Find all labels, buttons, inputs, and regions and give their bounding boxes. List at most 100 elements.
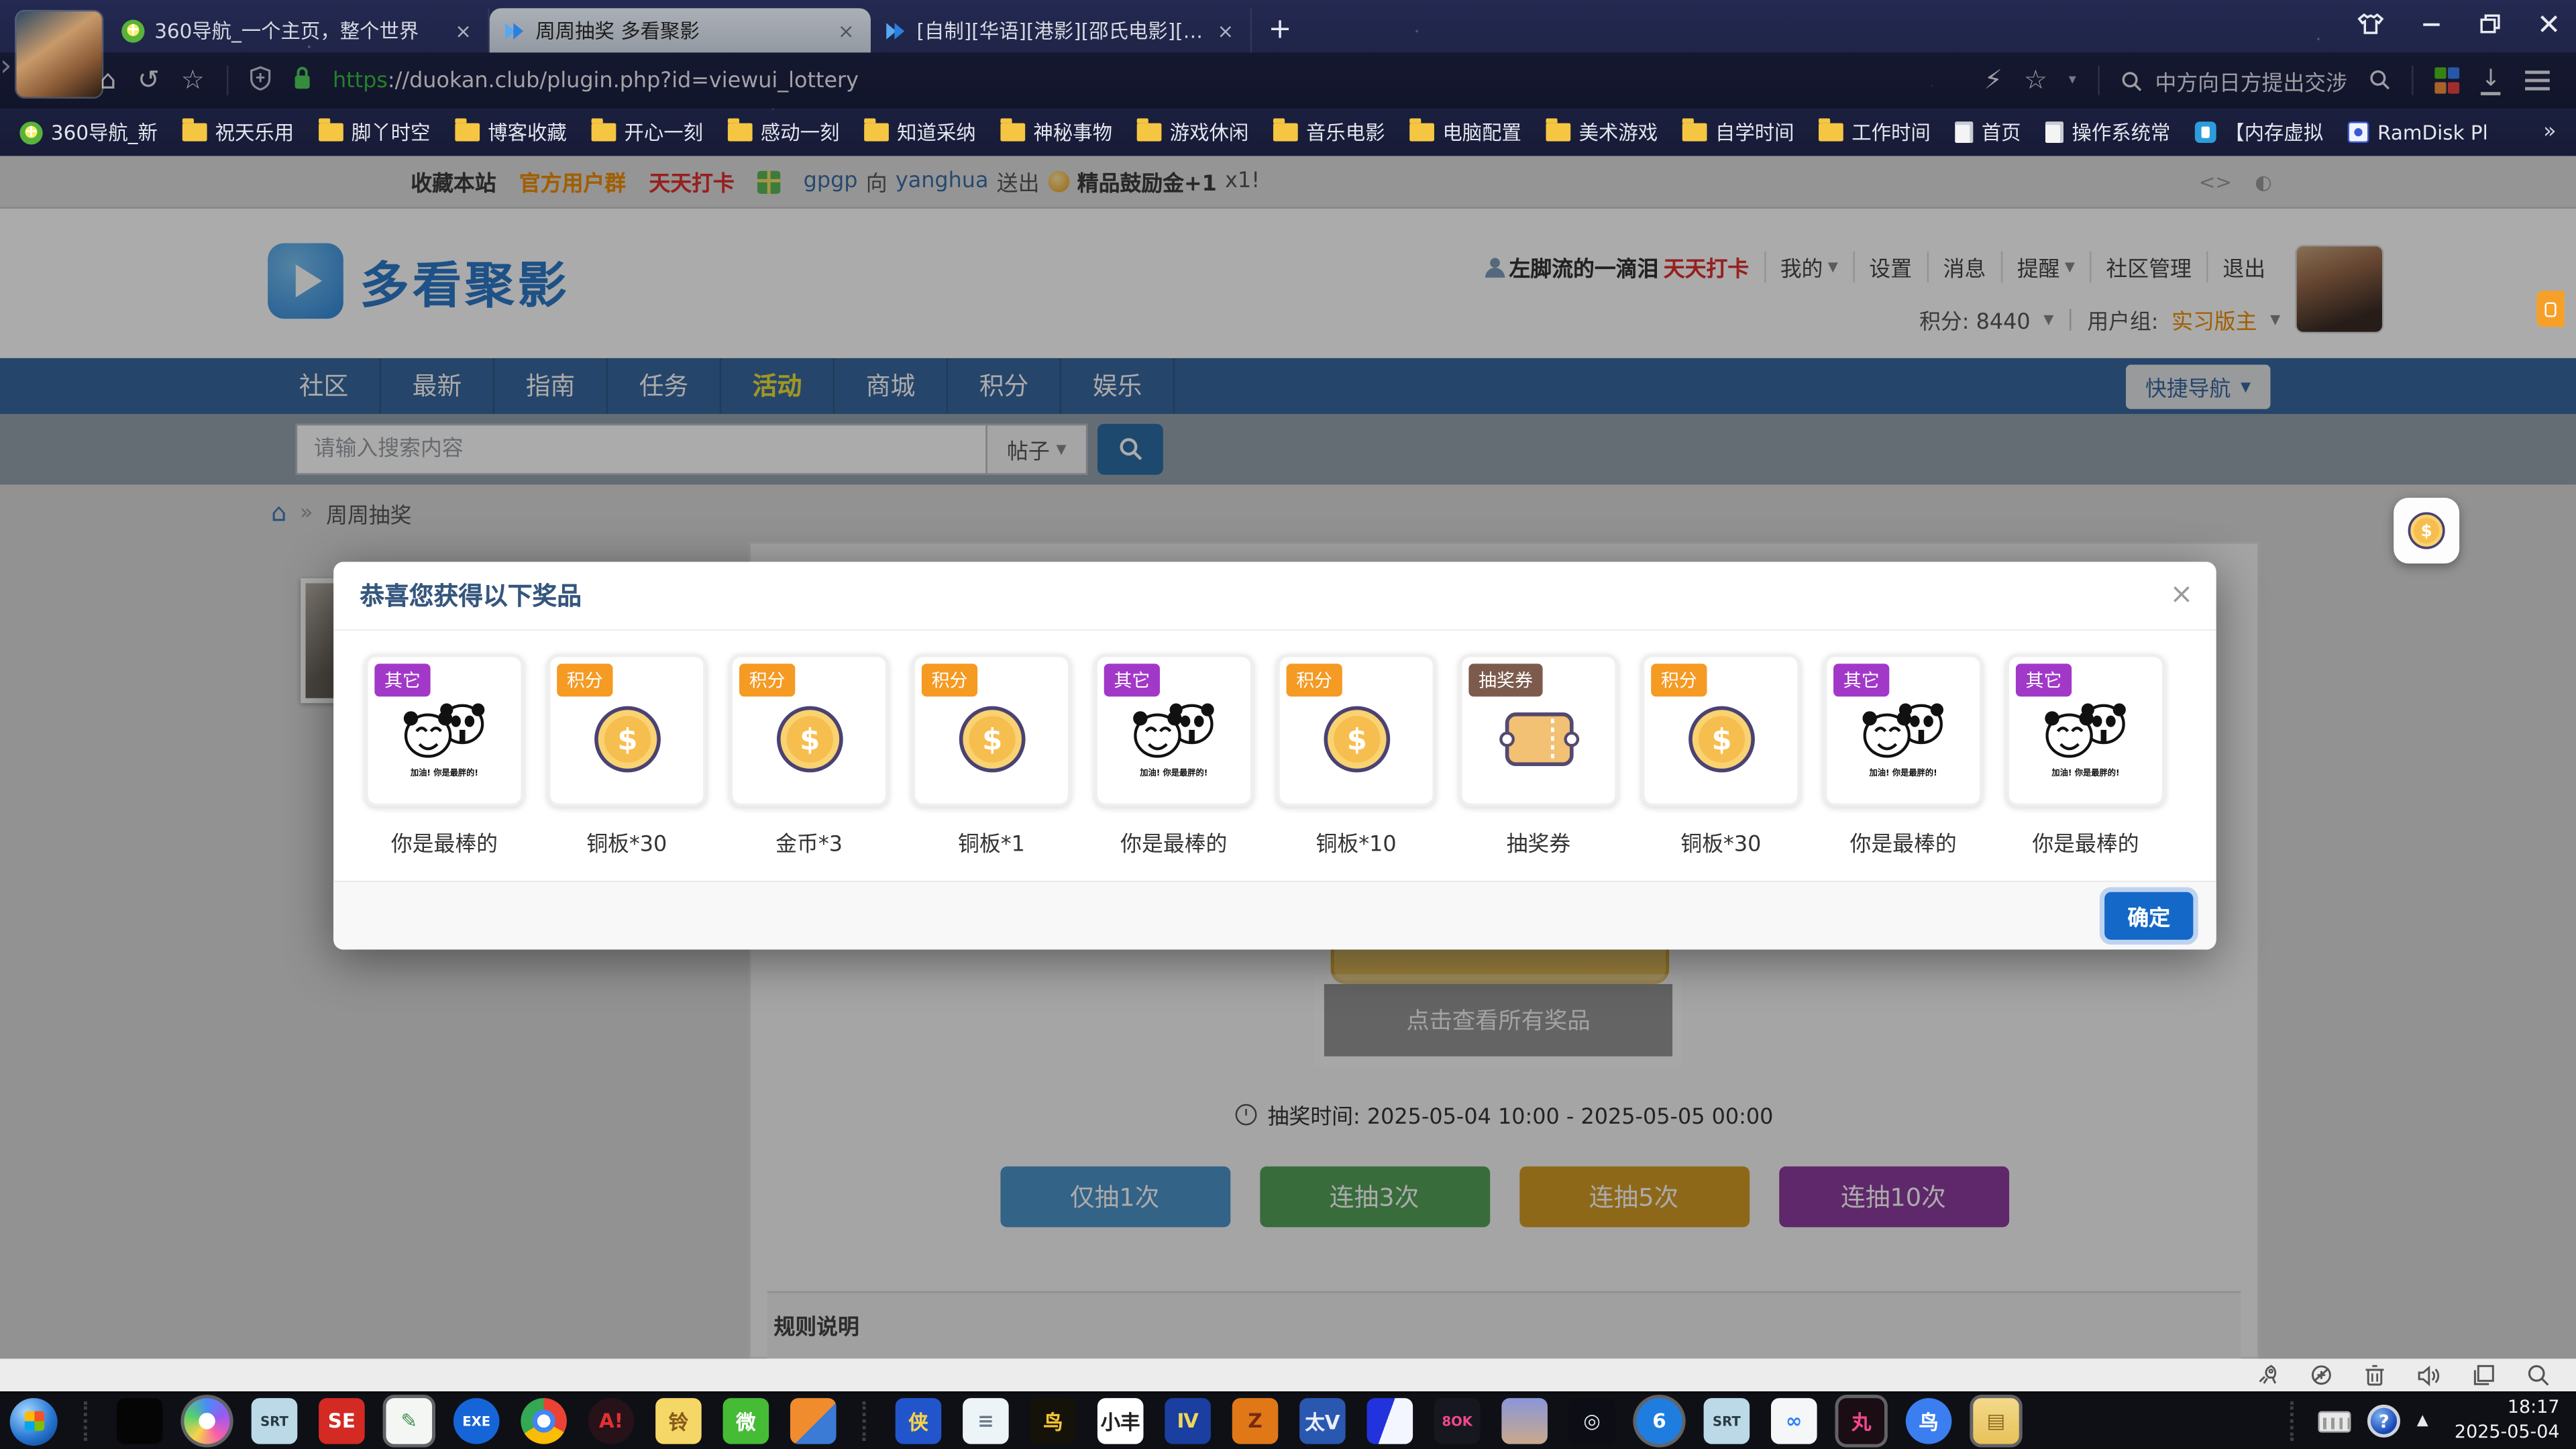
side-panel-handle[interactable] [2536,290,2565,327]
app-photoshop-feather[interactable]: ✎ [386,1398,433,1444]
app-file-explorer[interactable]: ▤ [1973,1398,2019,1444]
keyboard-ime-icon[interactable] [2318,1410,2351,1432]
app-wan[interactable]: 丸 [1838,1398,1884,1444]
app-se[interactable]: SE [319,1398,365,1444]
start-button[interactable] [10,1397,58,1445]
new-tab-button[interactable]: + [1269,13,1292,46]
bookmark-item[interactable]: 工作时间 [1819,118,1931,146]
app-taige-v[interactable]: 太V [1299,1398,1346,1444]
app-game-iv[interactable]: Ⅳ [1165,1398,1211,1444]
bookmark-item[interactable]: 感动一刻 [728,118,840,146]
bookmark-item[interactable]: 知道采纳 [864,118,976,146]
prize-card: 抽奖券 [1459,654,1619,807]
bookmark-item[interactable]: 祝天乐用 [182,118,294,146]
bookmark-item[interactable]: 自学时间 [1682,118,1794,146]
app-baidu-netdisk[interactable]: ∞ [1771,1398,1817,1444]
prize-name: 你是最棒的 [1120,826,1227,858]
prize-name: 抽奖券 [1507,826,1571,858]
app-srt-video-2[interactable]: SRT [1704,1398,1750,1444]
app-silhouette[interactable] [117,1398,163,1444]
windows-stack-icon[interactable] [2473,1364,2496,1387]
app-a-player[interactable]: A! [588,1398,635,1444]
app-z-block[interactable]: Z [1232,1398,1279,1444]
app-wechat[interactable]: 微 [723,1398,769,1444]
browser-tab[interactable]: +360导航_一个主页，整个世界× [109,8,490,52]
bookmark-item[interactable]: +360导航_新 [19,118,157,146]
speaker-icon[interactable] [2416,1364,2441,1386]
confirm-button[interactable]: 确定 [2104,892,2193,940]
bookmark-item[interactable]: 音乐电影 [1273,118,1385,146]
app-phoenix-game[interactable]: 鸟 [1030,1398,1077,1444]
trash-icon[interactable] [2364,1364,2385,1387]
bookmarks-overflow-chevron[interactable]: » [2543,120,2557,145]
meme-caption: 加油! 你是最胖的! [1130,771,1218,779]
taskbar-icons: SRTSE✎EXEA!铃微侠≡鸟小丰ⅣZ太V8OK◎6SRT∞丸鸟▤ [10,1397,2019,1445]
bookmark-item[interactable]: 美术游戏 [1546,118,1658,146]
site-360-icon: + [19,121,42,144]
app-blue-icon [2195,121,2216,143]
app-8ok[interactable]: 8OK [1434,1398,1481,1444]
app-bell[interactable]: 铃 [655,1398,702,1444]
prize-category-badge: 抽奖券 [1468,663,1542,696]
bookmark-item[interactable]: 开心一刻 [592,118,704,146]
app-360-browser[interactable]: 6 [1636,1398,1682,1444]
app-orange-tool[interactable] [790,1398,837,1444]
bookmark-label: RamDisk Pl [2377,121,2488,144]
prize-category-badge: 积分 [1651,663,1707,696]
app-xunlei[interactable]: 鸟 [1906,1398,1952,1444]
bookmark-item[interactable]: 操作系统常 [2045,118,2170,146]
minimize-icon[interactable] [2420,13,2443,35]
tab-close-icon[interactable]: × [835,19,857,42]
skin-shirt-icon[interactable] [2357,13,2383,35]
ime-help-icon[interactable]: ? [2367,1405,2400,1438]
adblock-plus-icon[interactable] [2310,1364,2332,1387]
forward-icon[interactable]: › [0,52,2576,108]
bookmark-item[interactable]: 博客收藏 [455,118,567,146]
browser-tab[interactable]: [自制][华语][港影][邵氏电影][武.. × [871,8,1252,52]
app-srt-video[interactable]: SRT [252,1398,298,1444]
browser-window: +360导航_一个主页，整个世界×周周抽奖 多看聚影×[自制][华语][港影][… [0,0,2576,1449]
bookmark-item[interactable]: RamDisk Pl [2348,121,2488,144]
prize-card: 其它加油! 你是最胖的! [2006,654,2165,807]
app-atom[interactable]: ◎ [1569,1398,1615,1444]
taskbar-clock[interactable]: 18:17 2025-05-04 [2455,1397,2560,1446]
app-chrome[interactable] [521,1398,567,1444]
meme-icon: 加油! 你是最胖的! [2041,698,2130,779]
coin-icon: $ [954,700,1030,776]
prize-card: 其它加油! 你是最胖的! [1094,654,1254,807]
restore-icon[interactable] [2479,13,2502,35]
prize-item: 积分$铜板*10 [1277,654,1436,858]
app-blue-flag[interactable] [1367,1398,1413,1444]
close-icon[interactable] [2538,13,2560,35]
app-xia-game[interactable]: 侠 [896,1398,942,1444]
tab-close-icon[interactable]: × [1214,19,1237,42]
app-notepad[interactable]: ≡ [963,1398,1009,1444]
browser-status-bar [0,1358,2576,1391]
bookmark-item[interactable]: 神秘事物 [1000,118,1112,146]
prize-name: 铜板*1 [958,826,1025,858]
bookmark-item[interactable]: 电脑配置 [1409,118,1521,146]
bookmark-item[interactable]: 【内存虚拟 [2195,118,2323,146]
tab-title: [自制][华语][港影][邵氏电影][武.. [917,16,1204,44]
prize-card: 积分$ [912,654,1071,807]
svg-text:$: $ [1711,722,1731,756]
app-anime-girl[interactable] [1501,1398,1548,1444]
bookmark-item[interactable]: 游戏休闲 [1137,118,1249,146]
app-exe[interactable]: EXE [453,1398,500,1444]
browser-tab[interactable]: 周周抽奖 多看聚影× [490,8,871,52]
modal-close-icon[interactable]: × [2169,582,2193,610]
bookmark-item[interactable]: 首页 [1955,118,2021,146]
tray-expand-icon[interactable]: ▲ [2417,1413,2428,1429]
zoom-search-icon[interactable] [2527,1364,2550,1387]
prize-card: 其它加油! 你是最胖的! [365,654,525,807]
app-xiaofeng[interactable]: 小丰 [1097,1398,1144,1444]
bookmark-item[interactable]: 脚丫时空 [319,118,431,146]
prize-name: 你是最棒的 [1850,826,1957,858]
browser-profile-avatar[interactable] [16,11,101,97]
app-pinwheel[interactable] [184,1398,230,1444]
floating-coin-widget[interactable]: $ [2394,498,2459,564]
browser-chrome: +360导航_一个主页，整个世界×周周抽奖 多看聚影×[自制][华语][港影][… [0,0,2576,156]
rocket-boost-icon[interactable] [2255,1364,2278,1387]
tab-close-icon[interactable]: × [451,19,474,42]
folder-icon [864,123,889,142]
